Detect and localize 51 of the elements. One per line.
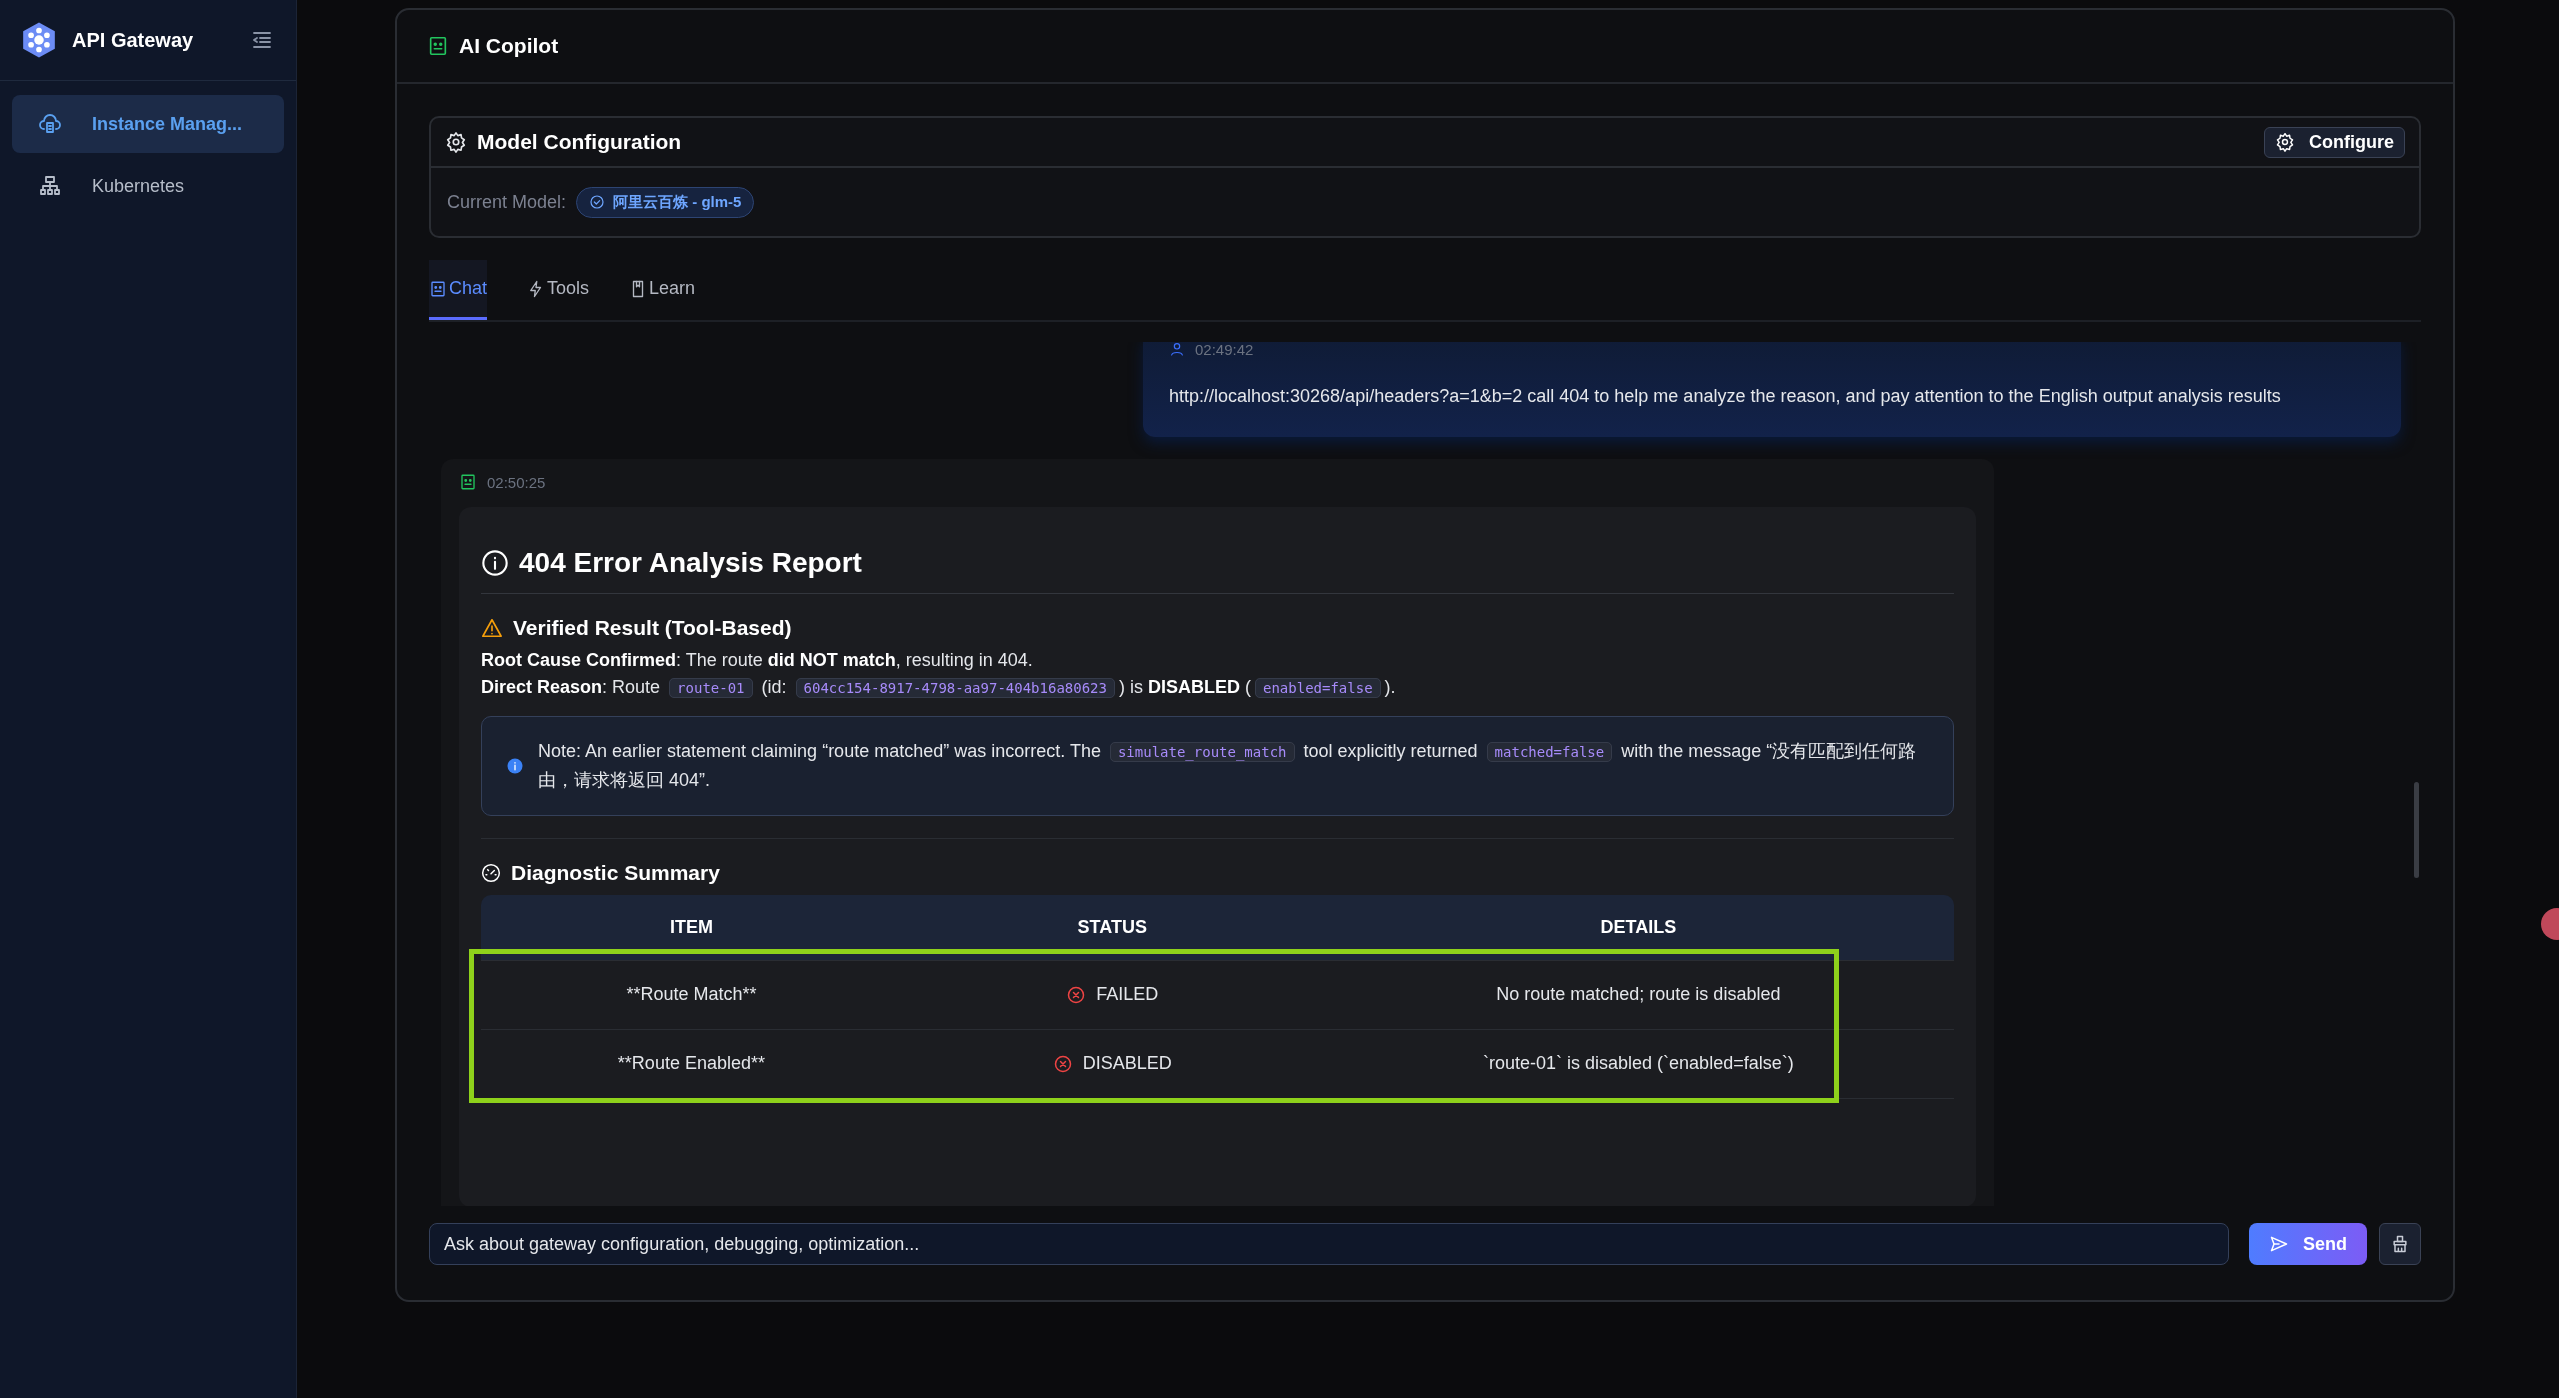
broom-icon	[2390, 1234, 2410, 1254]
column-header: STATUS	[1076, 916, 1148, 938]
table-cell-text: `route-01` is disabled (`enabled=false`)	[1482, 1052, 1795, 1076]
message-text: http://localhost:30268/api/headers?a=1&b=2 call 404 to help me analyze the reason, and pay attention to the English output analysis results	[1169, 386, 2282, 407]
hierarchy-icon	[38, 174, 62, 198]
timestamp: 02:49:42	[1195, 342, 1254, 358]
table-cell-text: **Route Match**	[625, 983, 758, 1007]
table-cell-text: No route matched; route is disabled	[1495, 983, 1782, 1007]
sidebar-item[interactable]: Kubernetes	[12, 157, 284, 215]
sidebar-item[interactable]: Instance Manag...	[12, 95, 284, 153]
model-tag: 阿里云百炼 - glm-5	[576, 186, 755, 218]
report-text: Root Cause Confirmed: The route did NOT match, resulting in 404.	[481, 650, 1034, 671]
panel-title: AI Copilot	[459, 34, 559, 58]
field-label: Current Model:	[447, 191, 567, 213]
warning-icon	[481, 617, 503, 639]
section-heading: Diagnostic Summary	[511, 860, 720, 885]
info-icon	[506, 756, 524, 775]
logo-icon	[20, 21, 58, 59]
app-title: API Gateway	[72, 28, 195, 52]
section-heading: Verified Result (Tool-Based)	[513, 616, 792, 640]
section-title: Model Configuration	[477, 130, 683, 154]
cloud-server-icon	[38, 112, 62, 136]
clear-button[interactable]	[2379, 1223, 2421, 1265]
user-icon	[1169, 342, 1185, 357]
table-cell-text: **Route Enabled**	[616, 1052, 766, 1076]
info-icon	[481, 549, 509, 577]
report-text: Direct Reason: Route route-01 (id: 604cc154-8917-4798-aa97-404b16a80623 ) is DISABLED ( enabled=false ).	[481, 677, 1397, 698]
table-cell: FAILED	[901, 960, 1323, 1029]
tab[interactable]: Learn	[629, 260, 696, 320]
column-header: ITEM	[668, 916, 714, 938]
error-icon	[1066, 984, 1087, 1005]
configure-button[interactable]: Configure	[2264, 126, 2405, 158]
settings-icon	[2275, 132, 2295, 152]
send-button[interactable]: Send	[2249, 1223, 2367, 1265]
tab[interactable]: Tools	[527, 260, 590, 320]
table-cell: DISABLED	[901, 1029, 1323, 1098]
error-icon	[1052, 1053, 1073, 1074]
robot-icon	[427, 35, 449, 57]
tab[interactable]: Chat	[429, 260, 488, 320]
scrollbar[interactable]	[2414, 782, 2419, 878]
settings-icon	[445, 131, 467, 153]
robot-icon	[429, 279, 447, 298]
gauge-icon	[481, 862, 501, 883]
report-title: 404 Error Analysis Report	[519, 547, 862, 579]
note-text: Note: An earlier statement claiming “route matched” was incorrect. The simulate_route_match tool explicitly returned matched=false with the message “没有匹配到任何路由，请求将返回 404”.	[538, 740, 1918, 792]
send-icon	[2269, 1234, 2289, 1254]
column-header: DETAILS	[1599, 916, 1678, 938]
timestamp: 02:50:25	[487, 473, 546, 491]
check-circle-icon	[589, 194, 606, 210]
robot-icon	[459, 473, 477, 491]
chat-input[interactable]: Ask about gateway configuration, debugging, optimization...	[429, 1223, 2229, 1265]
